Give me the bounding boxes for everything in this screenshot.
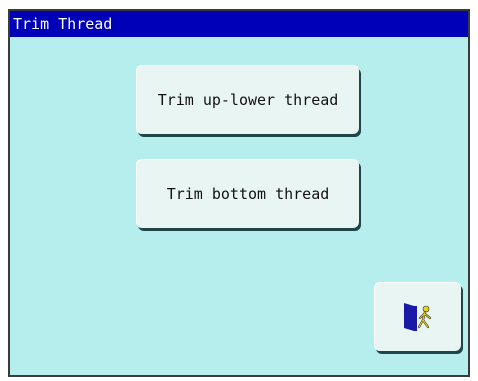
trim-up-lower-thread-label: Trim up-lower thread: [157, 91, 339, 109]
trim-bottom-thread-label: Trim bottom thread: [166, 185, 330, 203]
trim-bottom-thread-button[interactable]: Trim bottom thread: [136, 159, 359, 228]
exit-button[interactable]: [374, 282, 461, 351]
trim-thread-dialog: Trim Thread Trim up-lower thread Trim bo…: [8, 9, 470, 377]
exit-door-icon: [398, 300, 438, 334]
trim-up-lower-thread-button[interactable]: Trim up-lower thread: [136, 65, 359, 134]
dialog-body: Trim up-lower thread Trim bottom thread: [10, 37, 468, 375]
dialog-title: Trim Thread: [10, 11, 468, 37]
